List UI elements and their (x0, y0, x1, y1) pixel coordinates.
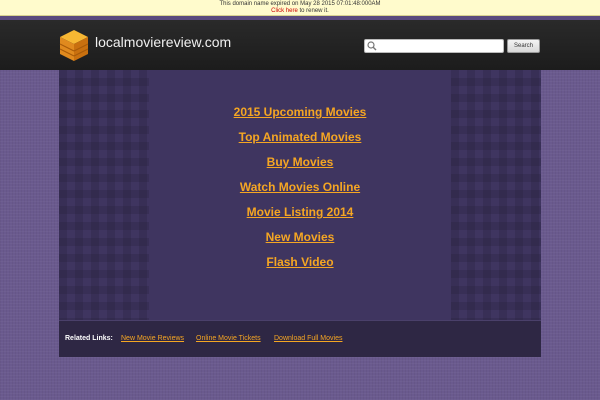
main-link-buy-movies[interactable]: Buy Movies (59, 154, 541, 179)
related-link-new-movie-reviews[interactable]: New Movie Reviews (121, 335, 184, 342)
main-panel: 2015 Upcoming Movies Top Animated Movies… (59, 70, 541, 320)
renew-line: Click here to renew it. (0, 8, 600, 15)
main-link-top-animated-movies[interactable]: Top Animated Movies (59, 129, 541, 154)
main-links-list: 2015 Upcoming Movies Top Animated Movies… (59, 104, 541, 279)
main-link-2015-upcoming-movies[interactable]: 2015 Upcoming Movies (59, 104, 541, 129)
main-link-new-movies[interactable]: New Movies (59, 229, 541, 254)
renew-suffix: to renew it. (297, 8, 329, 14)
related-links-bar: Related Links: New Movie Reviews Online … (59, 320, 541, 357)
renew-link[interactable]: Click here (271, 8, 298, 14)
search-input[interactable] (379, 40, 499, 52)
related-link-online-movie-tickets[interactable]: Online Movie Tickets (196, 335, 261, 342)
related-links-label: Related Links: (65, 335, 113, 342)
expiry-notice-text: This domain name expired on May 28 2015 … (219, 1, 381, 7)
site-header: localmoviereview.com Search (0, 20, 600, 70)
main-link-flash-video[interactable]: Flash Video (59, 254, 541, 279)
search-button[interactable]: Search (507, 39, 540, 53)
search-box[interactable] (364, 39, 504, 53)
search-icon (367, 41, 377, 51)
main-link-watch-movies-online[interactable]: Watch Movies Online (59, 179, 541, 204)
orange-cube-icon[interactable] (59, 29, 89, 62)
related-link-download-full-movies[interactable]: Download Full Movies (274, 335, 342, 342)
site-title[interactable]: localmoviereview.com (95, 34, 231, 50)
expiry-notice-bar: This domain name expired on May 28 2015 … (0, 0, 600, 16)
main-link-movie-listing-2014[interactable]: Movie Listing 2014 (59, 204, 541, 229)
